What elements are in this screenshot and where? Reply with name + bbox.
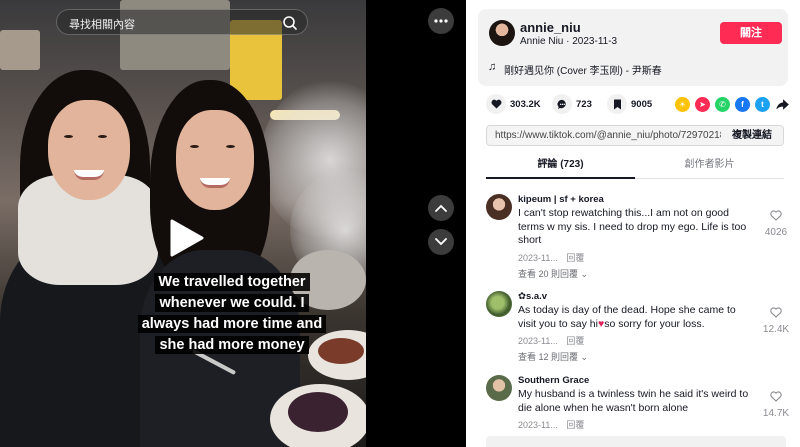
post-date: 2023-11-3 bbox=[572, 36, 618, 47]
commenter-username[interactable]: ✿s.a.v bbox=[518, 291, 547, 302]
more-dots-icon bbox=[434, 19, 448, 23]
caption-line: she had more money bbox=[155, 336, 309, 354]
comment-date: 2023-11... bbox=[518, 420, 558, 430]
caption-line: We travelled together bbox=[154, 273, 310, 291]
comment-item: Southern Grace My husband is a twinless … bbox=[486, 375, 790, 435]
search-placeholder: 尋找相關內容 bbox=[69, 19, 135, 31]
play-icon[interactable] bbox=[166, 218, 206, 258]
chevron-down-icon: ⌄ bbox=[580, 269, 589, 279]
heart-outline-icon bbox=[770, 210, 782, 221]
background-sign bbox=[0, 30, 40, 70]
chevron-down-icon bbox=[435, 238, 447, 246]
comment-meta: 2023-11... 回覆 bbox=[518, 334, 584, 347]
eye bbox=[226, 145, 235, 148]
chevron-down-icon: ⌄ bbox=[580, 352, 589, 362]
face bbox=[176, 110, 254, 210]
commenter-username[interactable]: kipeum | sf + korea bbox=[518, 194, 604, 205]
author-username[interactable]: annie_niu bbox=[520, 20, 581, 35]
commenter-avatar[interactable] bbox=[486, 291, 512, 317]
comment-meta: 2023-11... 回覆 bbox=[518, 418, 584, 431]
share-link-url[interactable]: https://www.tiktok.com/@annie_niu/photo/… bbox=[495, 130, 745, 141]
reply-button[interactable]: 回覆 bbox=[566, 420, 584, 430]
like-button[interactable]: 303.2K bbox=[486, 93, 541, 115]
share-link-box: https://www.tiktok.com/@annie_niu/photo/… bbox=[486, 125, 784, 146]
author-subtitle: Annie Niu · 2023-11-3 bbox=[520, 36, 618, 47]
previous-post-button[interactable] bbox=[428, 195, 454, 221]
post-media-area: 尋找相關內容 We travelled together whenever we… bbox=[0, 0, 466, 447]
twitter-share-icon[interactable]: t bbox=[755, 97, 770, 112]
comment-like-count: 12.4K bbox=[762, 324, 790, 335]
commenter-username[interactable]: Southern Grace bbox=[518, 375, 589, 386]
comment-count: 723 bbox=[576, 98, 592, 110]
tab-comments[interactable]: 評論 (723) bbox=[486, 155, 635, 179]
panel-tabs: 評論 (723) 創作者影片 bbox=[486, 155, 784, 179]
more-options-button[interactable] bbox=[428, 8, 454, 34]
food bbox=[288, 392, 348, 432]
post-caption: We travelled together whenever we could.… bbox=[132, 272, 332, 356]
comment-item: ✿s.a.v As today is day of the dead. Hope… bbox=[486, 291, 790, 371]
bookmark-icon bbox=[607, 94, 627, 114]
music-title[interactable]: 剛好遇见你 (Cover 李玉刚) - 尹斯春 bbox=[504, 62, 662, 77]
view-replies-label: 查看 20 則回覆 bbox=[518, 269, 579, 279]
eye bbox=[190, 145, 199, 148]
comment-date: 2023-11... bbox=[518, 336, 558, 346]
comment-like-count: 14.7K bbox=[762, 408, 790, 419]
commenter-avatar[interactable] bbox=[486, 375, 512, 401]
reply-button[interactable]: 回覆 bbox=[566, 253, 584, 263]
sun-share-icon[interactable]: ☀ bbox=[675, 97, 690, 112]
heart-outline-icon bbox=[770, 391, 782, 402]
comment-like[interactable]: 14.7K bbox=[762, 389, 790, 419]
view-replies-label: 查看 12 則回覆 bbox=[518, 352, 579, 362]
comment-like-count: 4026 bbox=[764, 227, 788, 238]
comment-item: kipeum | sf + korea I can't stop rewatch… bbox=[486, 194, 790, 284]
comment-meta: 2023-11... 回覆 bbox=[518, 251, 584, 264]
like-count: 303.2K bbox=[510, 98, 541, 110]
caption-line: always had more time and bbox=[137, 315, 327, 333]
whatsapp-share-icon[interactable]: ✆ bbox=[715, 97, 730, 112]
comment-like[interactable]: 12.4K bbox=[762, 305, 790, 335]
send-share-icon[interactable]: ➤ bbox=[695, 97, 710, 112]
comment-text: As today is day of the dead. Hope she ca… bbox=[518, 304, 750, 331]
reply-button[interactable]: 回覆 bbox=[566, 336, 584, 346]
caption-line: whenever we could. I bbox=[155, 294, 309, 312]
comment-text: My husband is a twinless twin he said it… bbox=[518, 388, 749, 414]
comment-button[interactable]: 723 bbox=[552, 93, 592, 115]
follow-button[interactable]: 關注 bbox=[720, 22, 782, 44]
commenter-avatar[interactable] bbox=[486, 194, 512, 220]
face bbox=[48, 100, 130, 200]
comment-text: I can't stop rewatching this...I am not … bbox=[518, 207, 747, 246]
music-note-icon: ♫ bbox=[488, 61, 497, 73]
stats-row: 303.2K 723 9005 ☀ ➤ ✆ f t bbox=[478, 93, 790, 115]
heart-outline-icon bbox=[770, 307, 782, 318]
search-input[interactable]: 尋找相關內容 bbox=[56, 9, 308, 35]
search-icon[interactable] bbox=[281, 14, 299, 32]
comment-text-part: so sorry for your loss. bbox=[604, 317, 705, 330]
tab-creator-videos[interactable]: 創作者影片 bbox=[635, 155, 784, 179]
chevron-up-icon bbox=[435, 204, 447, 212]
comment-input-bar[interactable] bbox=[486, 436, 786, 447]
save-button[interactable]: 9005 bbox=[607, 93, 652, 115]
save-count: 9005 bbox=[631, 98, 653, 110]
comment-date: 2023-11... bbox=[518, 253, 558, 263]
share-arrow-icon[interactable] bbox=[775, 97, 790, 112]
view-replies-button[interactable]: 查看 20 則回覆 ⌄ bbox=[518, 267, 588, 280]
eye bbox=[64, 135, 73, 138]
facebook-share-icon[interactable]: f bbox=[735, 97, 750, 112]
heart-icon bbox=[486, 94, 506, 114]
view-replies-button[interactable]: 查看 12 則回覆 ⌄ bbox=[518, 350, 588, 363]
comment-icon bbox=[552, 94, 572, 114]
author-avatar[interactable] bbox=[489, 20, 515, 46]
author-display-name: Annie Niu bbox=[520, 36, 564, 47]
comment-like[interactable]: 4026 bbox=[762, 208, 790, 238]
copy-link-button[interactable]: 複製連結 bbox=[721, 126, 783, 145]
next-post-button[interactable] bbox=[428, 229, 454, 255]
eye bbox=[98, 135, 107, 138]
author-card: annie_niu Annie Niu · 2023-11-3 關注 ♫ 剛好遇… bbox=[478, 9, 788, 86]
